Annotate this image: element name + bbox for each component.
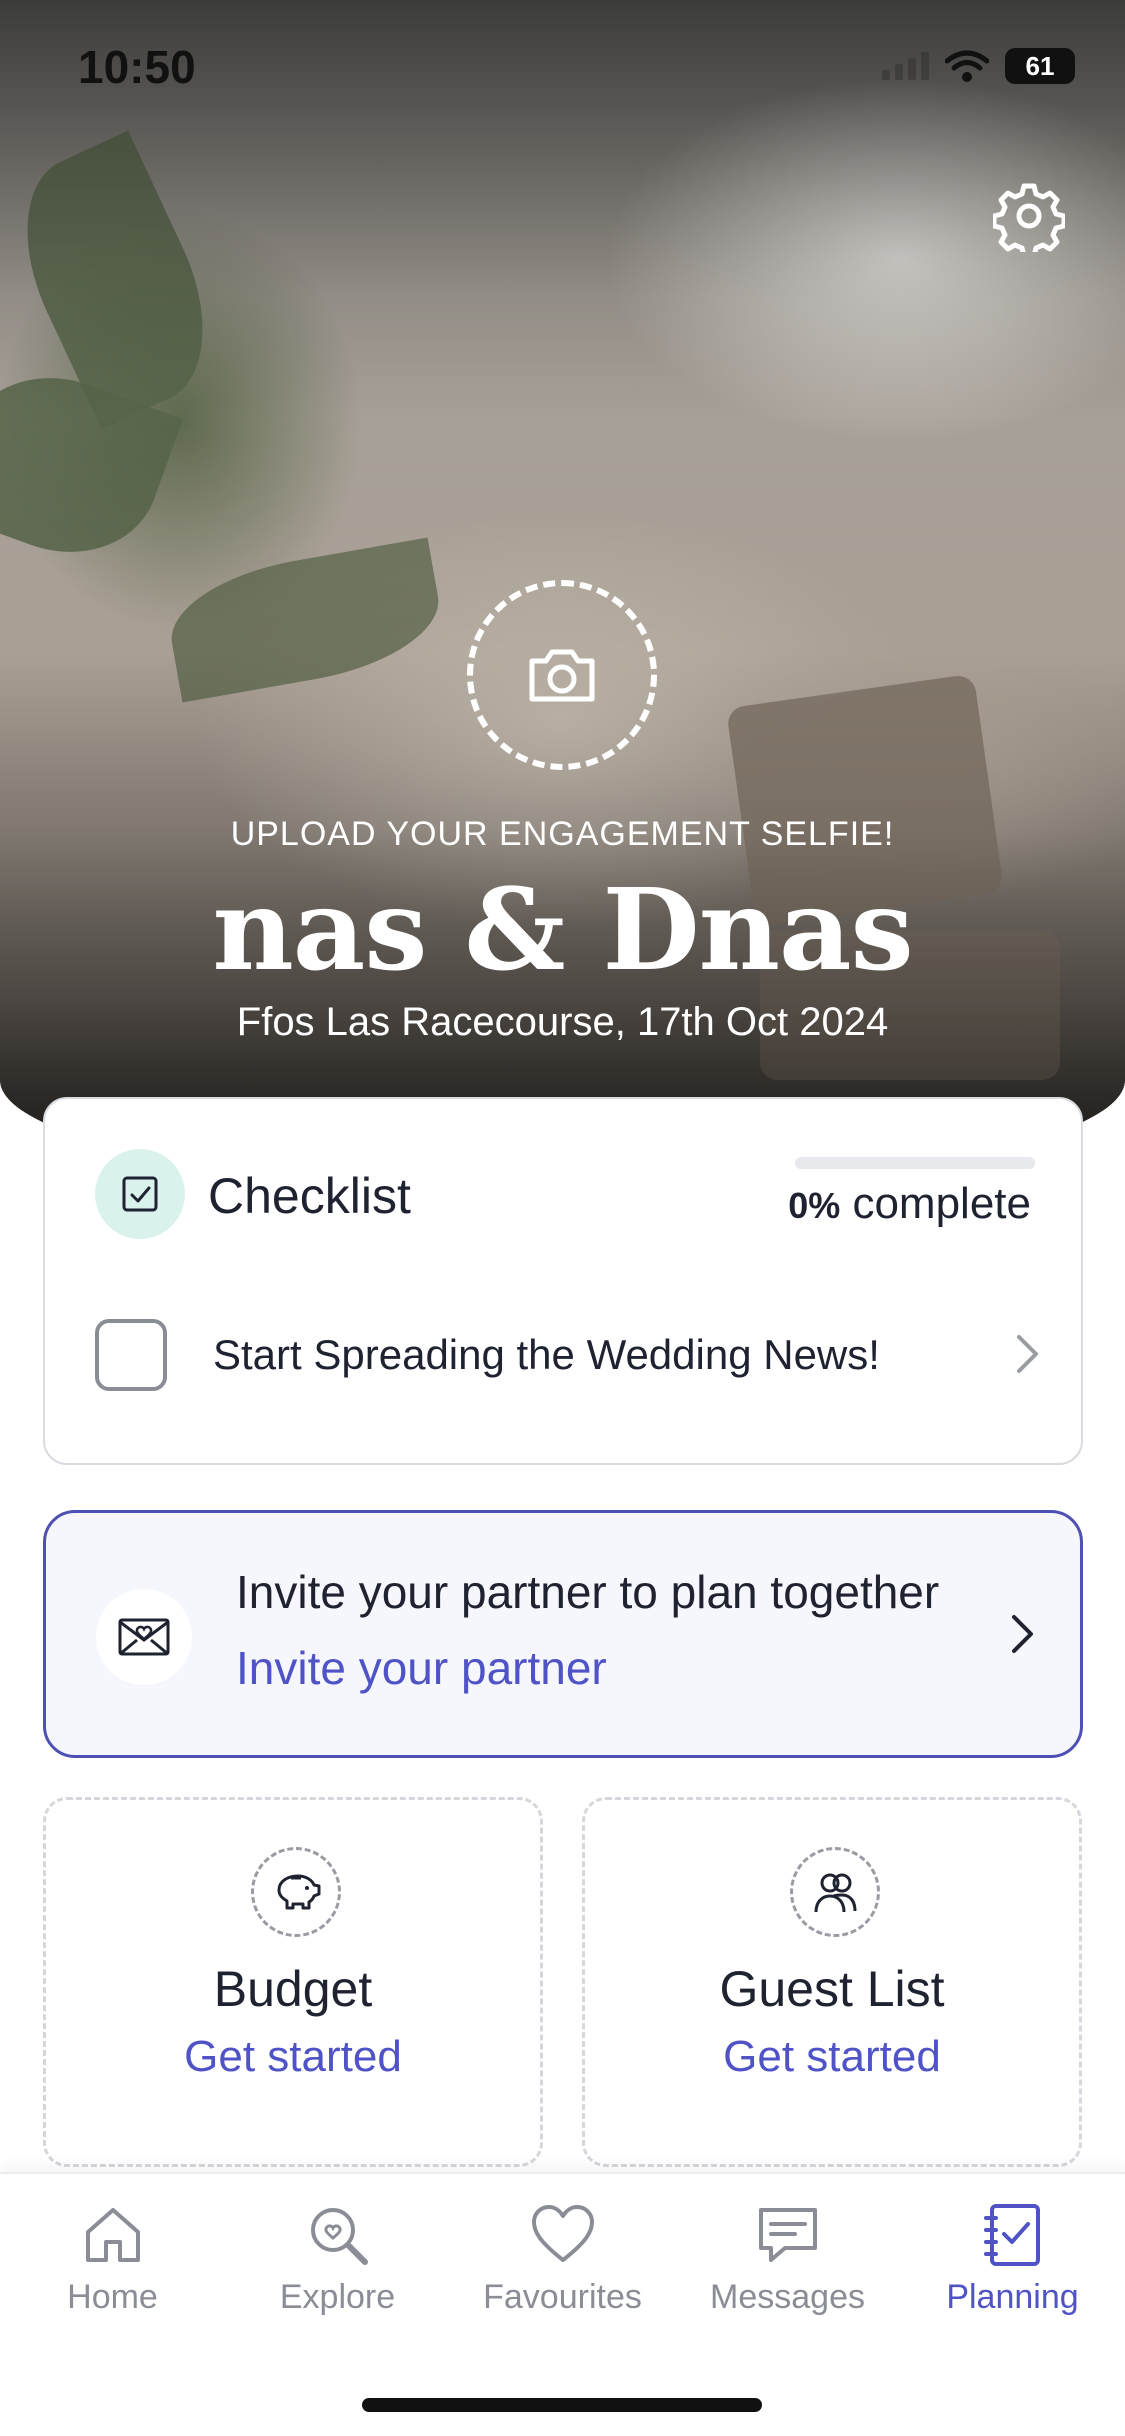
tab-label: Favourites bbox=[483, 2278, 642, 2316]
venue-date: Ffos Las Racecourse, 17th Oct 2024 bbox=[236, 1000, 889, 1044]
explore-icon bbox=[310, 2208, 368, 2265]
guest-list-icon-badge bbox=[790, 1847, 880, 1937]
budget-title: Budget bbox=[213, 1961, 373, 2017]
checklist-icon bbox=[122, 1176, 158, 1212]
invite-icon-badge bbox=[96, 1589, 192, 1685]
status-bar: 10:50 61 bbox=[0, 0, 1125, 140]
settings-gear-icon[interactable] bbox=[993, 180, 1065, 252]
messages-icon bbox=[758, 2208, 817, 2262]
tab-planning[interactable]: Planning bbox=[900, 2202, 1125, 2342]
bottom-tab-bar: Home Explore Favourites Messages Plannin… bbox=[0, 2172, 1125, 2436]
chevron-right-icon bbox=[1017, 1335, 1038, 1373]
budget-get-started-link[interactable]: Get started bbox=[46, 2032, 540, 2082]
planning-screen: 10:50 61 UPLOAD YOUR ENGAGEMENT SELFIE! … bbox=[0, 0, 1125, 2436]
tab-label: Explore bbox=[279, 2278, 396, 2316]
people-icon bbox=[814, 1873, 857, 1913]
tab-messages[interactable]: Messages bbox=[675, 2202, 900, 2342]
invite-partner-link[interactable]: Invite your partner bbox=[236, 1641, 607, 1695]
budget-tile[interactable]: Budget Get started bbox=[43, 1797, 543, 2167]
couple-names: nas & Dnas bbox=[212, 865, 913, 996]
tab-home[interactable]: Home bbox=[0, 2202, 225, 2342]
chevron-right-icon bbox=[1012, 1615, 1033, 1653]
invite-title: Invite your partner to plan together bbox=[236, 1566, 940, 1618]
task-checkbox[interactable] bbox=[95, 1319, 167, 1391]
checklist-card[interactable]: Checklist 0% complete Start Spreading th… bbox=[43, 1097, 1083, 1465]
hero-banner: 10:50 61 UPLOAD YOUR ENGAGEMENT SELFIE! … bbox=[0, 0, 1125, 1190]
checklist-task-row[interactable]: Start Spreading the Wedding News! bbox=[45, 1289, 1085, 1409]
progress-value: 0% bbox=[788, 1185, 841, 1226]
checklist-badge bbox=[95, 1149, 185, 1239]
guest-list-tile[interactable]: Guest List Get started bbox=[582, 1797, 1082, 2167]
checklist-progress-text: 0% complete bbox=[788, 1179, 1031, 1229]
progress-suffix: complete bbox=[852, 1179, 1031, 1228]
budget-icon-badge bbox=[251, 1847, 341, 1937]
battery-icon: 61 bbox=[1005, 48, 1075, 84]
upload-selfie-label[interactable]: UPLOAD YOUR ENGAGEMENT SELFIE! bbox=[0, 815, 1125, 854]
invite-partner-card[interactable]: Invite your partner to plan together Inv… bbox=[43, 1510, 1083, 1758]
wifi-icon bbox=[945, 50, 989, 82]
piggy-bank-icon bbox=[277, 1874, 321, 1910]
tab-label: Planning bbox=[946, 2278, 1079, 2316]
checklist-progress-bar bbox=[795, 1157, 1035, 1169]
checklist-title: Checklist bbox=[208, 1168, 411, 1224]
tab-label: Home bbox=[67, 2278, 158, 2316]
planning-icon bbox=[983, 2204, 1040, 2266]
task-label: Start Spreading the Wedding News! bbox=[213, 1331, 880, 1378]
heart-icon bbox=[531, 2205, 594, 2262]
status-time: 10:50 bbox=[78, 41, 196, 93]
home-indicator[interactable] bbox=[362, 2398, 762, 2412]
envelope-heart-icon bbox=[118, 1618, 170, 1656]
camera-icon bbox=[529, 649, 595, 702]
guest-list-get-started-link[interactable]: Get started bbox=[585, 2032, 1079, 2082]
signal-icon bbox=[882, 52, 929, 80]
tab-explore[interactable]: Explore bbox=[225, 2202, 450, 2342]
upload-photo-button[interactable] bbox=[467, 580, 657, 770]
tab-label: Messages bbox=[710, 2278, 865, 2316]
status-icons: 61 bbox=[882, 48, 1075, 84]
tab-favourites[interactable]: Favourites bbox=[450, 2202, 675, 2342]
guest-list-title: Guest List bbox=[719, 1961, 945, 2017]
home-icon bbox=[85, 2208, 140, 2262]
